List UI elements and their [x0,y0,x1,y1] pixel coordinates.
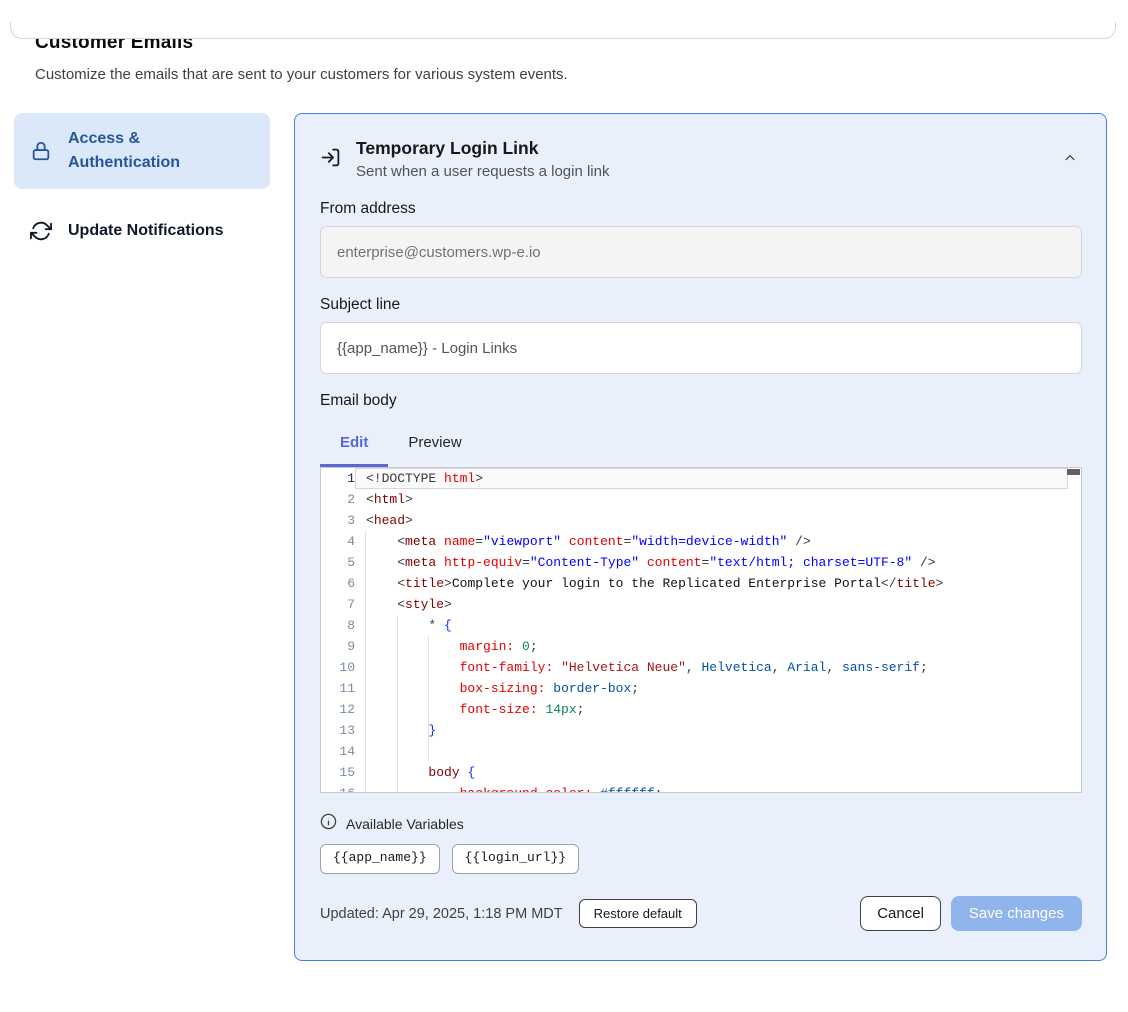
subject-line-label: Subject line [320,296,1082,314]
previous-card-bottom-edge [10,22,1116,39]
code-line: 12 font-size: 14px; [321,699,1081,720]
restore-default-button[interactable]: Restore default [579,899,697,928]
email-body-label: Email body [320,392,1082,410]
line-number: 5 [321,552,355,573]
page-subtitle: Customize the emails that are sent to yo… [35,66,1093,83]
line-number: 8 [321,615,355,636]
subject-line-input[interactable] [320,322,1082,374]
code-lines: 1<!DOCTYPE html>2<html>3<head>4 <meta na… [321,468,1081,793]
from-address-input[interactable] [320,226,1082,278]
page-header: Customer Emails Customize the emails tha… [35,32,1093,83]
panel-header: Temporary Login Link Sent when a user re… [320,138,1082,180]
code-line: 14 [321,741,1081,762]
line-number: 11 [321,678,355,699]
line-number: 4 [321,531,355,552]
line-number: 7 [321,594,355,615]
code-line: 15 body { [321,762,1081,783]
tab-edit[interactable]: Edit [320,422,388,467]
sidebar-item-label: Update Notifications [68,219,224,243]
code-line: 5 <meta http-equiv="Content-Type" conten… [321,552,1081,573]
log-in-icon [320,147,341,180]
line-number: 14 [321,741,355,762]
line-number: 10 [321,657,355,678]
info-icon [320,813,337,835]
cancel-button[interactable]: Cancel [860,896,941,931]
indent-guide [397,615,398,792]
email-settings-panel: Temporary Login Link Sent when a user re… [294,113,1107,961]
sidebar-item-label: Access & Authentication [68,127,254,175]
code-line: 7 <style> [321,594,1081,615]
line-number: 16 [321,783,355,793]
code-line: 8 * { [321,615,1081,636]
line-number: 15 [321,762,355,783]
panel-footer: Updated: Apr 29, 2025, 1:18 PM MDT Resto… [320,896,1082,931]
variable-chip[interactable]: {{login_url}} [452,844,579,874]
code-line: 1<!DOCTYPE html> [321,468,1081,489]
line-number: 13 [321,720,355,741]
chevron-up-icon [1062,154,1078,169]
sidebar-item-update-notifications[interactable]: Update Notifications [14,205,270,257]
code-line: 11 box-sizing: border-box; [321,678,1081,699]
indent-guide [365,531,366,792]
save-changes-button[interactable]: Save changes [951,896,1082,931]
code-line: 3<head> [321,510,1081,531]
panel-title: Temporary Login Link [356,138,1043,159]
code-line: 16 background-color: #ffffff; [321,783,1081,793]
code-line: 4 <meta name="viewport" content="width=d… [321,531,1081,552]
code-line: 13 } [321,720,1081,741]
line-number: 2 [321,489,355,510]
sidebar: Access & Authentication Update Notificati… [14,113,270,257]
tab-preview[interactable]: Preview [388,422,481,467]
line-number: 6 [321,573,355,594]
line-number: 3 [321,510,355,531]
indent-guide [428,636,429,762]
lock-icon [30,140,52,162]
editor-scrollbar-thumb[interactable] [1067,469,1080,475]
sync-icon [30,220,52,242]
variable-chips: {{app_name}} {{login_url}} [320,844,1082,874]
line-number: 12 [321,699,355,720]
code-editor[interactable]: 1<!DOCTYPE html>2<html>3<head>4 <meta na… [320,467,1082,793]
code-line: 10 font-family: "Helvetica Neue", Helvet… [321,657,1081,678]
sidebar-item-access-authentication[interactable]: Access & Authentication [14,113,270,189]
panel-subtitle: Sent when a user requests a login link [356,163,1043,180]
line-number: 9 [321,636,355,657]
code-line: 9 margin: 0; [321,636,1081,657]
variable-chip[interactable]: {{app_name}} [320,844,440,874]
collapse-button[interactable] [1058,146,1082,172]
from-address-label: From address [320,200,1082,218]
available-variables-label: Available Variables [346,816,464,832]
code-line: 6 <title>Complete your login to the Repl… [321,573,1081,594]
editor-tabs: EditPreview [320,422,1082,467]
line-number: 1 [321,468,355,489]
updated-timestamp: Updated: Apr 29, 2025, 1:18 PM MDT [320,906,563,922]
code-line: 2<html> [321,489,1081,510]
